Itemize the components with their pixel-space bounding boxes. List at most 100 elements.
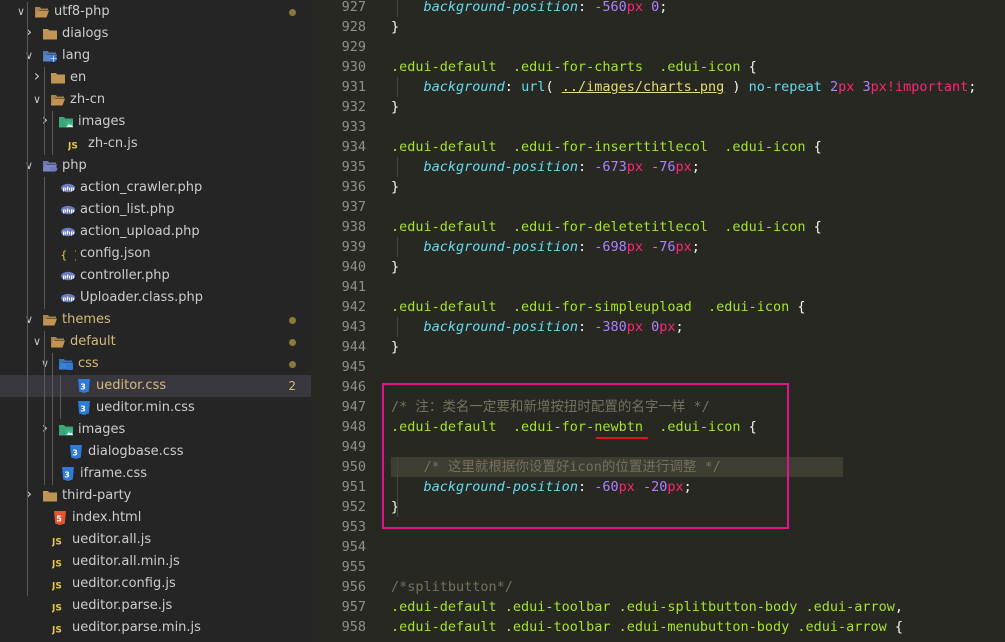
line-number: 940: [341, 259, 366, 275]
chevron-down-icon[interactable]: ∨: [22, 311, 36, 329]
code-token: }: [391, 99, 400, 115]
php-file-icon: php: [60, 290, 76, 306]
code-line[interactable]: background: url( ../images/charts.png ) …: [391, 77, 977, 97]
explorer-item[interactable]: php action_crawler.php: [0, 177, 311, 199]
code-token: -76: [651, 239, 676, 255]
explorer-item-label: ueditor.all.min.js: [72, 554, 180, 569]
explorer-item[interactable]: ∨ lang: [0, 45, 311, 67]
explorer-item[interactable]: ∨ default: [0, 331, 311, 353]
explorer-item-label: action_list.php: [80, 202, 175, 217]
code-editor[interactable]: 927 background-position: -560px 0; 928} 92…: [311, 0, 1005, 642]
php-file-icon: php: [60, 202, 76, 218]
code-token: -380: [594, 319, 627, 335]
explorer-item[interactable]: › images: [0, 419, 311, 441]
explorer-item[interactable]: php action_upload.php: [0, 221, 311, 243]
explorer-item-label: images: [78, 114, 126, 129]
code-token: .edui-default .edui-toolbar .edui-menubu…: [391, 619, 887, 635]
explorer-item[interactable]: php action_list.php: [0, 199, 311, 221]
explorer-item[interactable]: JS ueditor.parse.min.js: [0, 617, 311, 639]
explorer-item[interactable]: 3 dialogbase.css: [0, 441, 311, 463]
line-number: 954: [341, 539, 366, 555]
php-file-icon: php: [60, 180, 76, 196]
chevron-right-icon[interactable]: ›: [38, 111, 52, 129]
code-line[interactable]: }: [391, 257, 399, 277]
json-file-icon: { }: [60, 246, 81, 262]
explorer-item[interactable]: php Uploader.class.php: [0, 287, 311, 309]
explorer-item[interactable]: JS ueditor.all.js: [0, 529, 311, 551]
vscode-window: ∨ utf8-php › dialogs ∨ lang › en ∨ zh-cn › images JS…: [0, 0, 1005, 642]
code-line[interactable]: .edui-default .edui-for-simpleupload .ed…: [391, 297, 806, 317]
chevron-right-icon[interactable]: ›: [22, 485, 36, 503]
chevron-down-icon[interactable]: ∨: [38, 355, 52, 373]
explorer-item[interactable]: php controller.php: [0, 265, 311, 287]
chevron-down-icon[interactable]: ∨: [14, 3, 28, 21]
explorer-item[interactable]: JS ueditor.parse.js: [0, 595, 311, 617]
line-number: 929: [341, 39, 366, 55]
explorer-item[interactable]: › third-party: [0, 485, 311, 507]
chevron-right-icon[interactable]: ›: [30, 67, 44, 85]
explorer-item[interactable]: 5 index.html: [0, 507, 311, 529]
chevron-down-icon[interactable]: ∨: [30, 91, 44, 109]
code-token: !important: [886, 79, 969, 95]
code-line[interactable]: /*splitbutton*/: [391, 577, 513, 597]
chevron-right-icon[interactable]: ›: [22, 23, 36, 41]
code-line[interactable]: }: [391, 97, 399, 117]
explorer-item[interactable]: JS zh-cn.js: [0, 133, 311, 155]
explorer-item[interactable]: 3 ueditor.min.css: [0, 397, 311, 419]
explorer-item-label: ueditor.parse.min.js: [72, 620, 201, 635]
explorer-item[interactable]: 3 ueditor.css 2: [0, 375, 311, 397]
code-line[interactable]: .edui-default .edui-for-inserttitlecol .…: [391, 137, 822, 157]
explorer-item-label: ueditor.css: [96, 378, 167, 393]
code-token: px: [675, 159, 692, 175]
explorer-item[interactable]: ∨ php: [0, 155, 311, 177]
code-token: -698: [594, 239, 627, 255]
code-line[interactable]: }: [391, 177, 399, 197]
explorer-item[interactable]: ∨ zh-cn: [0, 89, 311, 111]
explorer-item[interactable]: JS ueditor.config.js: [0, 573, 311, 595]
svg-text:php: php: [63, 230, 75, 236]
explorer-item[interactable]: 3 iframe.css: [0, 463, 311, 485]
explorer-item[interactable]: ∨ css: [0, 353, 311, 375]
svg-text:3: 3: [64, 471, 70, 480]
js-file-icon: JS: [67, 136, 84, 152]
code-token: {: [805, 139, 822, 155]
svg-text:3: 3: [80, 383, 86, 392]
code-line[interactable]: background-position: -673px -76px;: [391, 157, 700, 177]
explorer-item[interactable]: › images: [0, 111, 311, 133]
chevron-down-icon[interactable]: ∨: [22, 157, 36, 175]
code-token: px: [838, 79, 855, 95]
explorer-item[interactable]: › en: [0, 67, 311, 89]
line-number: 946: [341, 379, 366, 395]
explorer-item[interactable]: { }config.json: [0, 243, 311, 265]
code-token: px: [626, 319, 643, 335]
code-token: ;: [691, 239, 700, 255]
code-line[interactable]: .edui-default .edui-toolbar .edui-menubu…: [391, 617, 903, 637]
explorer-item[interactable]: JS ueditor.all.min.js: [0, 551, 311, 573]
code-line[interactable]: background-position: -380px 0px;: [391, 317, 684, 337]
code-line[interactable]: .edui-default .edui-for-charts .edui-ico…: [391, 57, 757, 77]
code-token: :: [577, 239, 595, 255]
js-file-icon: JS: [51, 532, 68, 548]
code-line[interactable]: background-position: -560px 0;: [391, 0, 668, 17]
code-token: background-position: [423, 319, 578, 335]
code-line[interactable]: .edui-default .edui-for-deletetitlecol .…: [391, 217, 822, 237]
explorer-item[interactable]: ∨ utf8-php: [0, 1, 311, 23]
code-line[interactable]: .edui-default .edui-toolbar .edui-splitb…: [391, 597, 903, 617]
explorer-item[interactable]: › dialogs: [0, 23, 311, 45]
code-token: .edui-default .edui-for-inserttitlecol .…: [391, 139, 806, 155]
line-number: 936: [341, 179, 366, 195]
code-token: {: [886, 619, 904, 635]
explorer-item[interactable]: ∨ themes: [0, 309, 311, 331]
explorer-item-label: ueditor.min.css: [96, 400, 195, 415]
line-number: 928: [341, 19, 366, 35]
code-line[interactable]: }: [391, 337, 399, 357]
line-number: 932: [341, 99, 366, 115]
code-line[interactable]: background-position: -698px -76px;: [391, 237, 700, 257]
chevron-down-icon[interactable]: ∨: [30, 333, 44, 351]
chevron-down-icon[interactable]: ∨: [22, 47, 36, 65]
code-line[interactable]: }: [391, 17, 399, 37]
explorer-item-label: lang: [62, 48, 91, 63]
chevron-right-icon[interactable]: ›: [38, 419, 52, 437]
indent-guide: [44, 331, 45, 485]
